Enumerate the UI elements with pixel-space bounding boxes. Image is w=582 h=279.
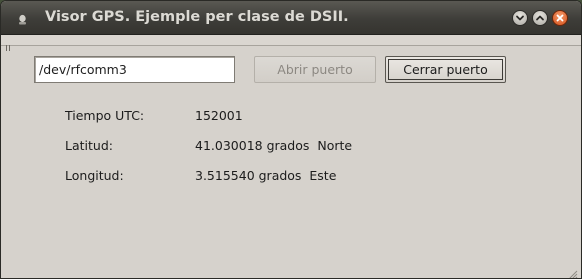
title-bar[interactable]: Visor GPS. Ejemple per clase de DSII. <box>1 1 581 35</box>
minimize-button[interactable] <box>512 10 528 26</box>
minimize-icon <box>516 15 524 21</box>
close-port-label: Cerrar puerto <box>403 62 488 77</box>
longitude-label: Longitud: <box>65 168 124 183</box>
utc-value: 152001 <box>195 108 243 123</box>
window-title: Visor GPS. Ejemple per clase de DSII. <box>45 9 349 25</box>
app-icon[interactable] <box>16 11 29 25</box>
close-port-button[interactable]: Cerrar puerto <box>385 56 506 83</box>
close-icon <box>556 14 564 22</box>
maximize-icon <box>536 15 544 21</box>
longitude-value: 3.515540 grados Este <box>195 168 337 183</box>
maximize-button[interactable] <box>532 10 548 26</box>
open-port-button[interactable]: Abrir puerto <box>254 56 376 83</box>
port-path-input[interactable] <box>34 56 235 83</box>
latitude-value: 41.030018 grados Norte <box>195 138 353 153</box>
app-window: Visor GPS. Ejemple per clase de DSII. Ab… <box>0 0 582 279</box>
menu-strip <box>1 35 581 51</box>
latitude-label: Latitud: <box>65 138 113 153</box>
resize-grip-icon[interactable] <box>568 265 578 278</box>
handle-grip-icon[interactable] <box>6 36 12 51</box>
utc-label: Tiempo UTC: <box>65 108 145 123</box>
close-window-button[interactable] <box>552 10 568 26</box>
